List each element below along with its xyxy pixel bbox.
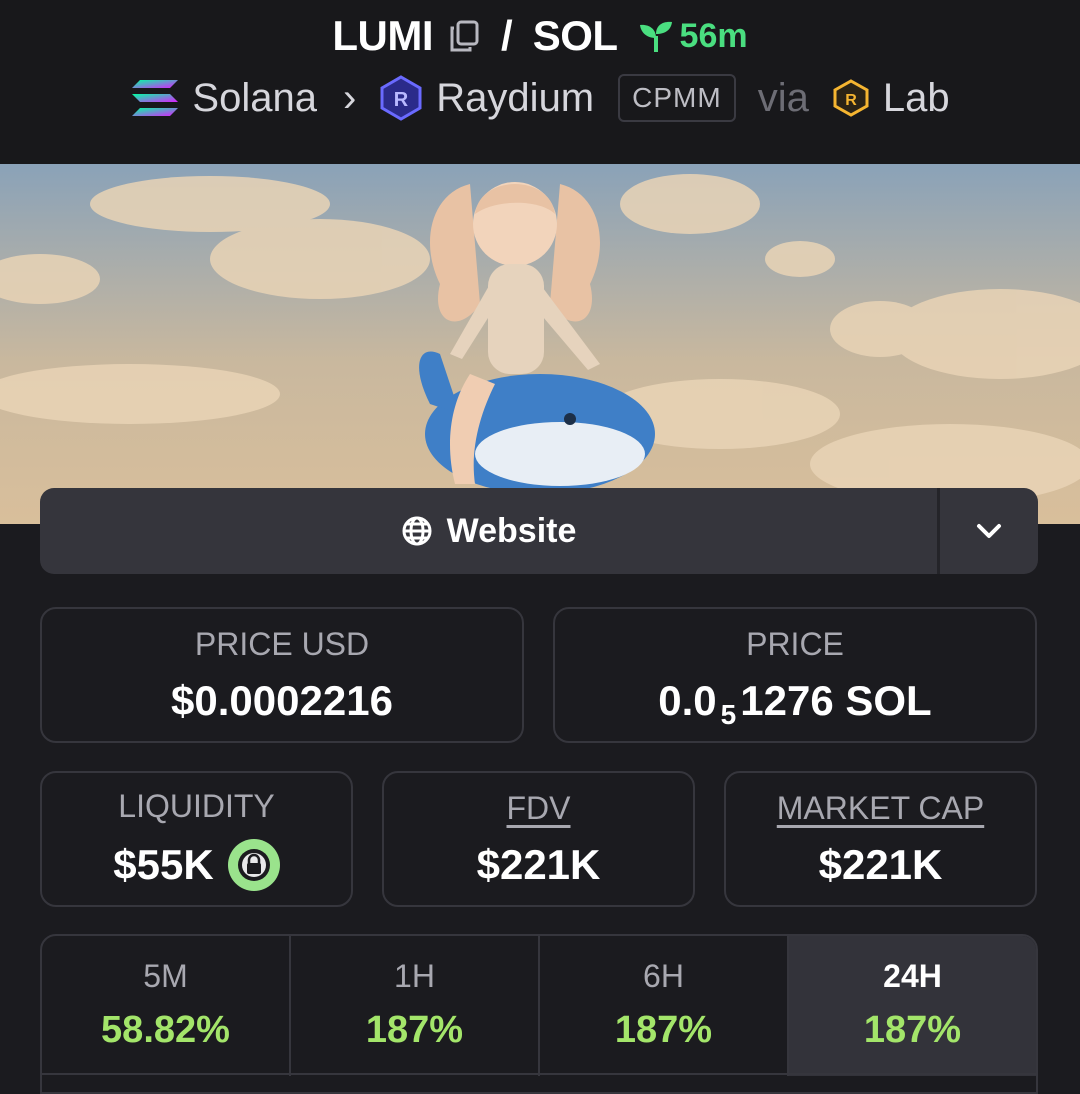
age-value: 56m <box>679 16 748 55</box>
price-native-zero-count: 5 <box>720 698 737 730</box>
price-native-suffix: 1276 SOL <box>740 676 932 724</box>
pool-type-badge: CPMM <box>618 74 736 122</box>
liquidity-card: LIQUIDITY $55K <box>40 771 353 907</box>
breadcrumb-chain[interactable]: Solana <box>130 76 317 121</box>
quote-symbol: SOL <box>532 12 618 59</box>
tab-label: 1H <box>394 958 435 994</box>
via-label: via <box>757 75 809 120</box>
liquidity-label: LIQUIDITY <box>118 787 275 824</box>
token-symbol: LUMI <box>332 12 434 59</box>
token-banner-image <box>0 164 1080 524</box>
fdv-value: $221K <box>476 840 601 888</box>
market-cap-card: MARKET CAP $221K <box>724 771 1037 907</box>
dex-name: Raydium <box>436 75 595 120</box>
svg-text:R: R <box>845 92 857 109</box>
price-native-card: PRICE 0.0 5 1276 SOL <box>553 607 1037 743</box>
price-native-prefix: 0.0 <box>658 676 717 724</box>
liquidity-value: $55K <box>113 840 214 888</box>
chevron-down-icon <box>977 524 1001 538</box>
chevron-right-icon: › <box>342 75 357 120</box>
price-usd-card: PRICE USD $0.0002216 <box>40 607 524 743</box>
breadcrumb-launchpad[interactable]: R Lab <box>831 76 950 121</box>
tab-change-value: 187% <box>365 1009 464 1051</box>
launchpad-name: Lab <box>882 75 950 120</box>
lock-icon[interactable] <box>227 838 280 891</box>
seedling-icon <box>639 21 672 52</box>
tab-label: 6H <box>643 958 684 994</box>
stats-panel-continuation <box>40 1073 1038 1094</box>
market-cap-label[interactable]: MARKET CAP <box>777 790 984 827</box>
tab-label: 5M <box>143 958 188 994</box>
pair-age: 56m <box>638 17 748 56</box>
tab-change-value: 187% <box>863 1009 962 1051</box>
raydium-icon: R <box>380 75 422 121</box>
fdv-label[interactable]: FDV <box>507 790 571 827</box>
market-cap-value: $221K <box>818 840 943 888</box>
pair-title: LUMI / SOL 56m <box>0 10 1080 62</box>
price-usd-label: PRICE USD <box>194 625 370 662</box>
website-label: Website <box>446 511 577 550</box>
breadcrumb-dex[interactable]: R Raydium <box>378 75 594 121</box>
fdv-card: FDV $221K <box>382 771 695 907</box>
website-button[interactable]: Website <box>40 488 937 574</box>
breadcrumb: Solana › R Raydium CPMM via R Lab <box>0 72 1080 124</box>
timeframe-tabs: 5M 58.82% 1H 187% 6H 187% 24H 187% <box>40 934 1038 1094</box>
globe-icon <box>402 516 432 546</box>
liquidity-value-row: $55K <box>113 838 280 891</box>
tab-change-value: 187% <box>614 1009 713 1051</box>
copy-icon[interactable] <box>447 19 481 53</box>
tab-24h[interactable]: 24H 187% <box>789 936 1036 1076</box>
tab-label: 24H <box>883 958 942 994</box>
website-bar: Website <box>40 488 1038 574</box>
price-native-label: PRICE <box>746 625 844 662</box>
price-usd-value: $0.0002216 <box>171 676 393 724</box>
tab-1h[interactable]: 1H 187% <box>291 936 540 1076</box>
price-native-value: 0.0 5 1276 SOL <box>658 676 932 730</box>
tab-6h[interactable]: 6H 187% <box>540 936 789 1076</box>
svg-text:R: R <box>394 89 409 111</box>
pair-separator: / <box>501 12 513 59</box>
more-links-button[interactable] <box>940 488 1038 574</box>
solana-icon <box>132 80 179 116</box>
lab-icon: R <box>833 79 869 117</box>
tab-change-value: 58.82% <box>101 1009 230 1051</box>
pair-header: LUMI / SOL 56m Solana › R Raydium CPMM v… <box>0 0 1080 164</box>
chain-name: Solana <box>192 75 317 120</box>
tab-5m[interactable]: 5M 58.82% <box>42 936 291 1076</box>
